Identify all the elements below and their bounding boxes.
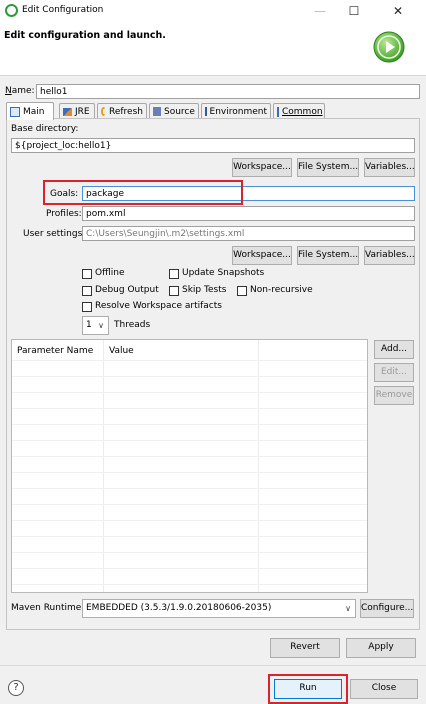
variables-button[interactable]: Variables... <box>364 158 415 177</box>
offline-label: Offline <box>95 268 125 278</box>
table-row-line <box>12 568 367 569</box>
non-recursive-checkbox[interactable] <box>237 286 247 296</box>
settings-file-system-button[interactable]: File System... <box>297 246 359 265</box>
settings-variables-button[interactable]: Variables... <box>364 246 415 265</box>
table-row-line <box>12 424 367 425</box>
tab-jre[interactable]: JRE <box>59 103 95 119</box>
parameter-table[interactable]: Parameter Name Value <box>11 339 368 593</box>
table-row-line <box>12 360 367 361</box>
apply-button[interactable]: Apply <box>346 638 416 658</box>
table-row-line <box>12 584 367 585</box>
table-row-line <box>12 472 367 473</box>
threads-label: Threads <box>114 320 151 330</box>
skip-tests-label: Skip Tests <box>182 285 227 295</box>
name-label: Name: <box>5 86 35 96</box>
window-title: Edit Configuration <box>22 5 104 15</box>
maven-runtime-label: Maven Runtime: <box>11 603 85 613</box>
column-divider <box>103 340 104 592</box>
tab-common[interactable]: Common <box>273 103 325 119</box>
revert-button[interactable]: Revert <box>270 638 340 658</box>
common-tab-icon <box>277 106 279 117</box>
debug-output-label: Debug Output <box>95 285 159 295</box>
table-row-line <box>12 504 367 505</box>
environment-tab-icon <box>205 107 207 116</box>
table-row-line <box>12 456 367 457</box>
tab-environment[interactable]: Environment <box>201 103 271 119</box>
jre-tab-icon <box>63 107 72 116</box>
main-tab-icon <box>10 106 20 117</box>
base-directory-label: Base directory: <box>11 124 79 134</box>
profiles-label: Profiles: <box>46 209 82 219</box>
edit-parameter-button[interactable]: Edit... <box>374 363 414 382</box>
workspace-button[interactable]: Workspace... <box>232 158 292 177</box>
refresh-tab-icon <box>101 107 106 116</box>
table-row-line <box>12 520 367 521</box>
update-snapshots-checkbox[interactable] <box>169 269 179 279</box>
non-recursive-label: Non-recursive <box>250 285 313 295</box>
maximize-button[interactable]: ☐ <box>340 2 368 20</box>
resolve-workspace-label: Resolve Workspace artifacts <box>95 301 222 311</box>
column-header-value: Value <box>109 346 134 356</box>
table-row-line <box>12 488 367 489</box>
source-tab-icon <box>153 107 161 116</box>
table-row-line <box>12 440 367 441</box>
remove-parameter-button[interactable]: Remove <box>374 386 414 405</box>
offline-checkbox[interactable] <box>82 269 92 279</box>
run-highlight <box>268 674 348 704</box>
chevron-down-icon: ∨ <box>345 604 351 613</box>
chevron-down-icon: ∨ <box>98 321 104 330</box>
configure-button[interactable]: Configure... <box>360 599 414 618</box>
goals-highlight <box>43 180 243 205</box>
close-button[interactable]: Close <box>350 679 418 699</box>
column-divider <box>258 340 259 592</box>
header-title: Edit configuration and launch. <box>4 30 166 41</box>
tab-refresh[interactable]: Refresh <box>97 103 147 119</box>
run-launch-icon <box>373 31 405 63</box>
base-directory-input[interactable]: ${project_loc:hello1} <box>11 138 415 153</box>
user-settings-label: User settings: <box>23 229 86 239</box>
eclipse-icon <box>5 4 18 17</box>
table-row-line <box>12 392 367 393</box>
table-row-line <box>12 376 367 377</box>
table-row-line <box>12 536 367 537</box>
maven-runtime-select[interactable]: EMBEDDED (3.5.3/1.9.0.20180606-2035) ∨ <box>82 599 356 618</box>
file-system-button[interactable]: File System... <box>297 158 359 177</box>
help-icon[interactable]: ? <box>8 680 24 696</box>
tab-source[interactable]: Source <box>149 103 199 119</box>
name-input[interactable]: hello1 <box>36 84 420 99</box>
settings-workspace-button[interactable]: Workspace... <box>232 246 292 265</box>
update-snapshots-label: Update Snapshots <box>182 268 265 278</box>
table-row-line <box>12 552 367 553</box>
table-row-line <box>12 408 367 409</box>
column-header-parameter: Parameter Name <box>17 346 94 356</box>
tab-main[interactable]: Main <box>6 102 54 120</box>
resolve-workspace-checkbox[interactable] <box>82 302 92 312</box>
debug-output-checkbox[interactable] <box>82 286 92 296</box>
threads-select[interactable]: 1 ∨ <box>82 316 109 335</box>
close-window-button[interactable]: ✕ <box>384 2 412 20</box>
skip-tests-checkbox[interactable] <box>169 286 179 296</box>
add-parameter-button[interactable]: Add... <box>374 340 414 359</box>
minimize-button[interactable]: — <box>306 2 334 20</box>
profiles-input[interactable]: pom.xml <box>82 206 415 221</box>
user-settings-input[interactable]: C:\Users\Seungjin\.m2\settings.xml <box>82 226 415 241</box>
